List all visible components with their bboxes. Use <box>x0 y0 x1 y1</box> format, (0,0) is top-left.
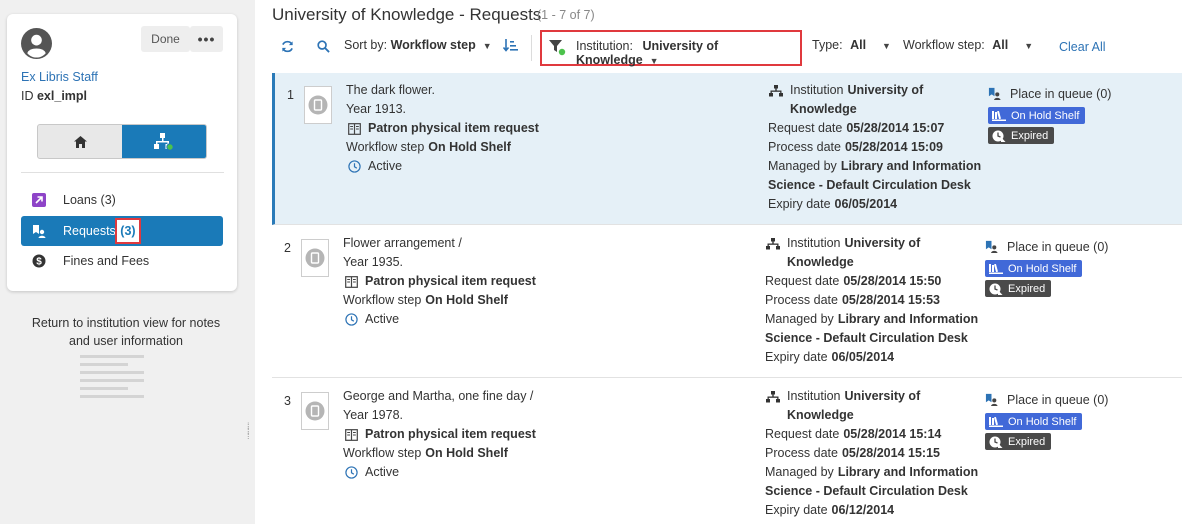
request-status: Place in queue (0) On Hold Shelf Expired <box>985 389 1182 451</box>
institution-view-button[interactable] <box>122 125 206 158</box>
on-hold-shelf-badge: On Hold Shelf <box>988 107 1086 124</box>
view-toggle <box>37 124 207 159</box>
request-row[interactable]: 2 Flower arrangement / Year 1935. Patron… <box>272 226 1182 378</box>
more-options-button[interactable]: ••• <box>190 26 223 52</box>
expired-clock-icon <box>989 283 1003 295</box>
user-name[interactable]: Ex Libris Staff <box>21 70 98 84</box>
institution-hierarchy-icon <box>154 132 174 151</box>
type-dropdown[interactable]: Type: All ▼ <box>812 38 891 52</box>
placeholder-lines-icon <box>80 355 144 403</box>
toolbar: Sort by: Workflow step ▼ Institution: Uni… <box>255 30 1182 67</box>
request-year: Year 1913. <box>346 102 407 116</box>
expired-badge: Expired <box>985 433 1052 450</box>
toolbar-divider <box>531 35 532 61</box>
caret-down-icon: ▼ <box>1024 41 1034 51</box>
clear-all-link[interactable]: Clear All <box>1059 40 1106 54</box>
sort-by-dropdown[interactable]: Sort by: Workflow step ▼ <box>344 38 492 52</box>
shelf-icon <box>989 263 1003 274</box>
home-view-button[interactable] <box>38 125 122 158</box>
divider <box>21 172 224 173</box>
nav-item-loans[interactable]: Loans (3) <box>21 185 223 215</box>
user-panel: Done ••• Ex Libris Staff ID exl_impl Loa… <box>0 0 255 524</box>
request-meta: Institution University of Knowledge Reque… <box>765 389 979 517</box>
request-title[interactable]: Flower arrangement / <box>343 234 733 253</box>
request-details: George and Martha, one fine day / Year 1… <box>343 387 733 482</box>
request-meta: Institution University of Knowledge Reque… <box>768 83 982 211</box>
expired-badge: Expired <box>985 280 1052 297</box>
request-row[interactable]: 1 The dark flower. Year 1913. Patron phy… <box>272 73 1182 225</box>
on-hold-shelf-badge: On Hold Shelf <box>985 413 1083 430</box>
book-thumbnail-icon <box>301 239 329 277</box>
queue-person-icon <box>985 240 1001 253</box>
status-active: Active <box>365 312 400 326</box>
request-title[interactable]: George and Martha, one fine day / <box>343 387 733 406</box>
resize-handle[interactable]: ⁞ ⁞ ⁞ <box>247 422 251 441</box>
requests-count-highlight: (3) <box>115 218 141 244</box>
book-thumbnail-icon <box>304 86 332 124</box>
book-icon <box>346 122 362 135</box>
status-active: Active <box>368 159 403 173</box>
clock-icon <box>346 160 362 173</box>
book-icon <box>343 428 359 441</box>
clock-icon <box>343 313 359 326</box>
done-button[interactable]: Done <box>141 26 190 52</box>
refresh-icon[interactable] <box>281 40 294 56</box>
return-institution-note: Return to institution view for notes and… <box>31 316 221 348</box>
svg-text:$: $ <box>36 257 42 268</box>
nav-item-fines-and-fees[interactable]: $ Fines and Fees <box>21 246 223 276</box>
nav-item-requests[interactable]: Requests (3) <box>21 216 223 246</box>
book-icon <box>343 275 359 288</box>
request-row[interactable]: 3 George and Martha, one fine day / Year… <box>272 379 1182 524</box>
request-status: Place in queue (0) On Hold Shelf Expired <box>988 83 1182 145</box>
request-title[interactable]: The dark flower. <box>346 81 736 100</box>
caret-down-icon: ▼ <box>882 41 891 51</box>
requests-list-pane: University of Knowledge - Requests (1 - … <box>255 0 1182 524</box>
user-id: ID exl_impl <box>21 89 88 103</box>
request-details: The dark flower. Year 1913. Patron physi… <box>346 81 736 176</box>
results-count: (1 - 7 of 7) <box>537 8 595 22</box>
institution-hierarchy-icon <box>765 237 781 250</box>
on-hold-shelf-badge: On Hold Shelf <box>985 260 1083 277</box>
book-thumbnail-icon <box>301 392 329 430</box>
request-meta: Institution University of Knowledge Reque… <box>765 236 979 364</box>
queue-person-icon <box>985 393 1001 406</box>
clock-icon <box>343 466 359 479</box>
request-details: Flower arrangement / Year 1935. Patron p… <box>343 234 733 329</box>
institution-filter-highlight[interactable]: Institution: University of Knowledge ▼ <box>540 30 802 67</box>
request-year: Year 1935. <box>343 255 404 269</box>
request-status: Place in queue (0) On Hold Shelf Expired <box>985 236 1182 298</box>
expired-clock-icon <box>992 130 1006 142</box>
status-active: Active <box>365 465 400 479</box>
page-title: University of Knowledge - Requests <box>272 5 542 24</box>
search-icon[interactable] <box>317 40 330 56</box>
shelf-icon <box>989 416 1003 427</box>
requests-icon <box>25 224 53 238</box>
user-card: Done ••• Ex Libris Staff ID exl_impl Loa… <box>7 14 237 291</box>
shelf-icon <box>992 110 1006 121</box>
expired-clock-icon <box>989 436 1003 448</box>
workflow-step-dropdown[interactable]: Workflow step: All ▼ <box>903 38 1033 52</box>
request-year: Year 1978. <box>343 408 404 422</box>
caret-down-icon: ▼ <box>482 41 492 51</box>
institution-hierarchy-icon <box>768 84 784 97</box>
user-avatar-icon <box>21 28 52 59</box>
arrow-up-right-icon <box>25 193 53 207</box>
sort-direction-icon[interactable] <box>502 39 518 56</box>
home-icon <box>73 135 87 148</box>
institution-hierarchy-icon <box>765 390 781 403</box>
queue-person-icon <box>988 87 1004 100</box>
filter-icon <box>549 40 566 59</box>
caret-down-icon: ▼ <box>649 56 659 66</box>
dollar-icon: $ <box>25 254 53 268</box>
expired-badge: Expired <box>988 127 1055 144</box>
